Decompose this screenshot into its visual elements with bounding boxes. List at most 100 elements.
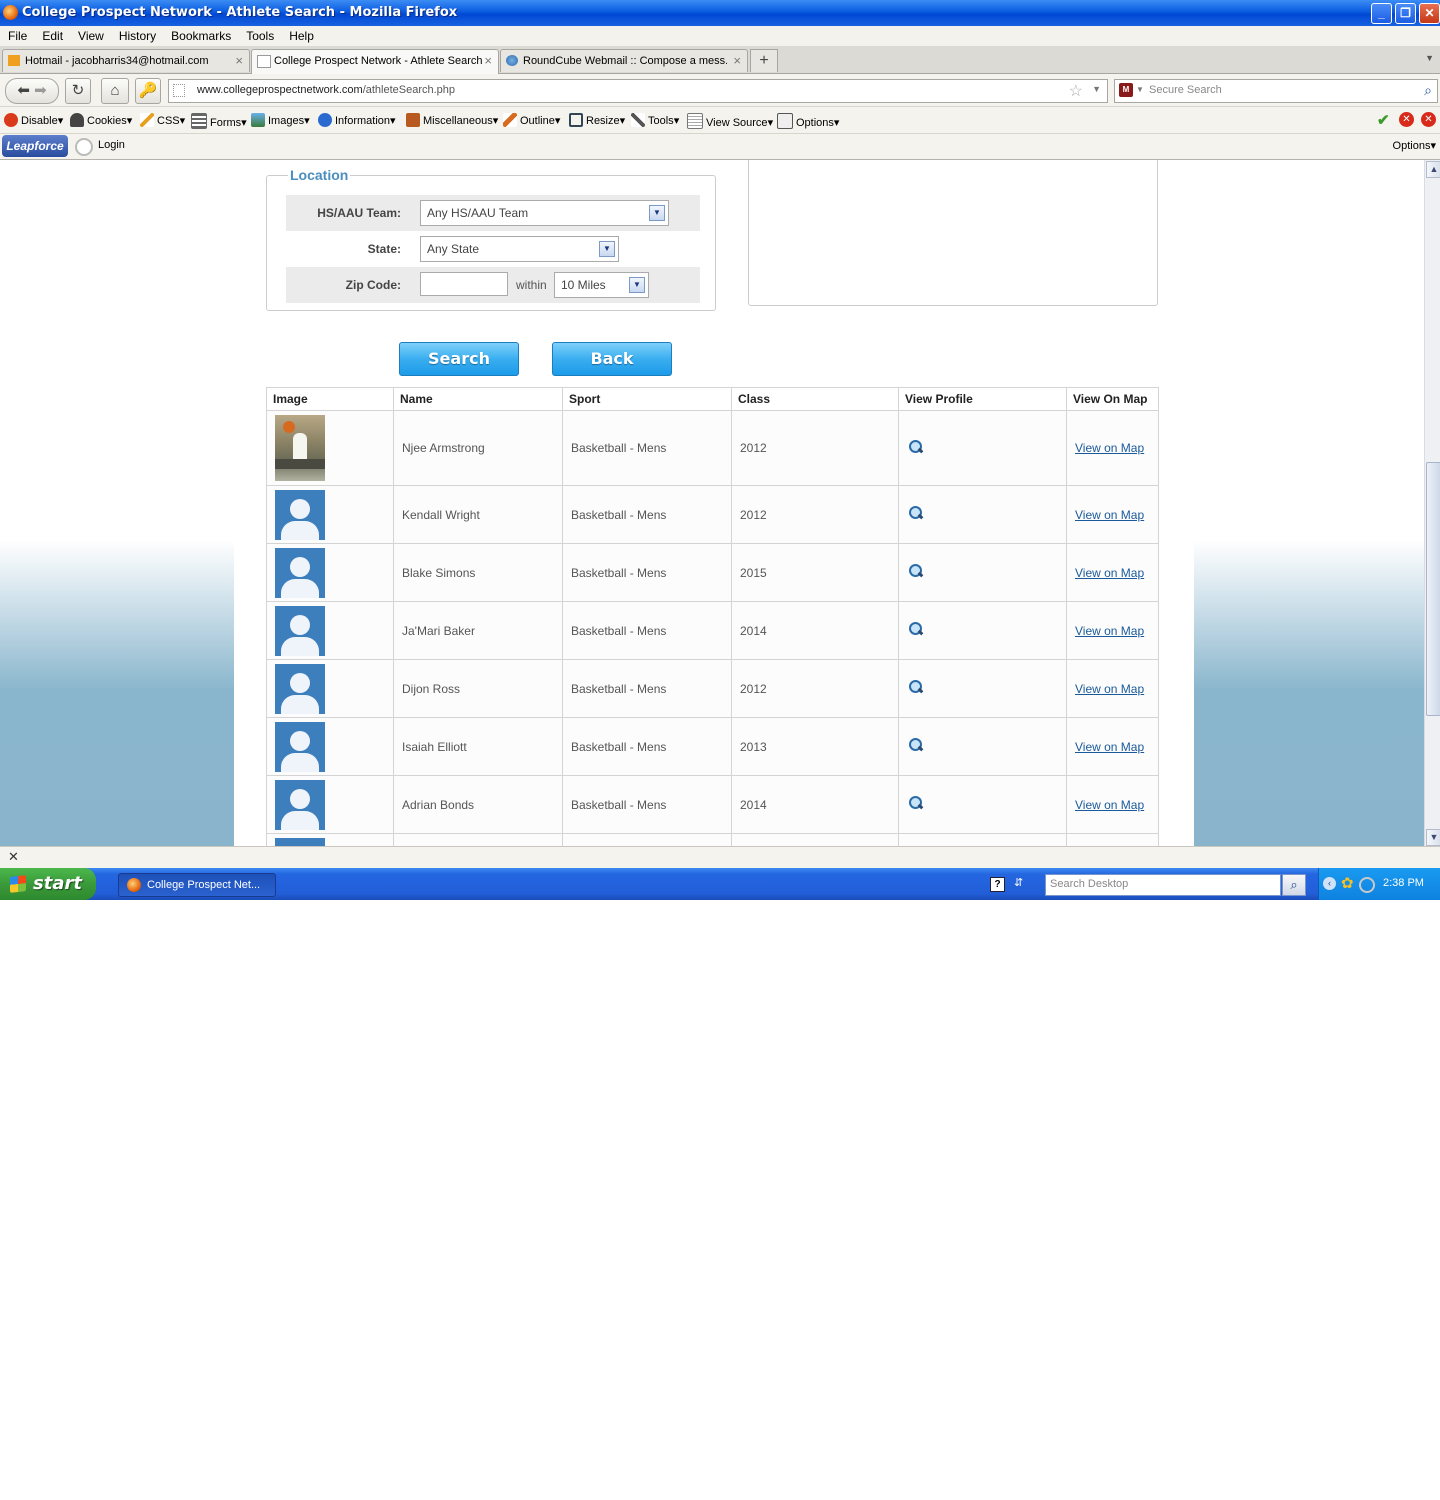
wd-view-source[interactable]: View Source▾ <box>687 113 773 129</box>
tray-sync-icon[interactable] <box>1359 877 1375 893</box>
wd-disable[interactable]: Disable▾ <box>4 113 63 127</box>
menu-view[interactable]: View <box>70 26 111 43</box>
desktop-search-input[interactable]: Search Desktop <box>1045 874 1281 896</box>
view-profile-icon[interactable] <box>907 679 924 695</box>
view-profile-icon[interactable] <box>907 621 924 637</box>
view-profile-icon[interactable] <box>907 505 924 521</box>
view-profile-icon[interactable] <box>907 737 924 753</box>
avatar[interactable] <box>275 605 325 656</box>
network-icon[interactable]: ⇵ <box>1014 876 1023 889</box>
leapforce-login[interactable]: Login <box>98 139 125 151</box>
state-select[interactable]: Any State ▼ <box>420 236 619 262</box>
search-icon[interactable]: ⌕ <box>1282 874 1306 896</box>
view-profile-icon[interactable] <box>907 563 924 579</box>
menu-help[interactable]: Help <box>281 26 321 43</box>
forward-arrow-icon[interactable]: ➡ <box>34 82 47 99</box>
scroll-down-arrow-icon[interactable]: ▼ <box>1426 829 1440 846</box>
taskbar-item-firefox[interactable]: College Prospect Net... <box>118 873 276 897</box>
view-profile-icon[interactable] <box>907 439 924 455</box>
css-error-icon[interactable]: ✕ <box>1399 112 1414 127</box>
menu-bookmarks[interactable]: Bookmarks <box>163 26 238 43</box>
wd-information[interactable]: Information▾ <box>318 113 396 127</box>
leapforce-logo[interactable]: Leapforce <box>2 135 68 157</box>
bookmark-star-icon[interactable]: ☆ <box>1069 81 1083 101</box>
help-icon[interactable]: ? <box>990 877 1005 892</box>
scrollbar-thumb[interactable] <box>1426 462 1440 716</box>
close-find-bar-icon[interactable]: ✕ <box>8 849 19 865</box>
avatar[interactable] <box>275 837 325 846</box>
tab-roundcube[interactable]: RoundCube Webmail :: Compose a mess... × <box>500 49 748 72</box>
close-button[interactable]: ✕ <box>1419 3 1440 24</box>
wd-miscellaneous[interactable]: Miscellaneous▾ <box>406 113 498 127</box>
back-button[interactable]: Back <box>552 342 672 376</box>
search-button[interactable]: Search <box>399 342 519 376</box>
avatar[interactable] <box>275 663 325 714</box>
menu-history[interactable]: History <box>111 26 163 43</box>
leapforce-options[interactable]: Options▾ <box>1393 139 1436 152</box>
wd-outline[interactable]: Outline▾ <box>503 113 560 127</box>
view-on-map-link[interactable]: View on Map <box>1075 508 1144 522</box>
wd-images[interactable]: Images▾ <box>251 113 310 127</box>
avatar[interactable] <box>275 721 325 772</box>
scroll-up-arrow-icon[interactable]: ▲ <box>1426 161 1440 178</box>
chevron-down-icon[interactable]: ▼ <box>649 205 665 221</box>
history-dropdown-icon[interactable]: ▼ <box>1092 84 1101 94</box>
wd-resize[interactable]: Resize▾ <box>569 113 625 127</box>
url-bar[interactable]: www.collegeprospectnetwork.com/athleteSe… <box>168 79 1108 103</box>
image-cell <box>266 410 394 486</box>
view-map-cell: View on Map <box>1066 543 1159 602</box>
zip-code-input[interactable] <box>420 272 508 296</box>
chevron-down-icon[interactable]: ▼ <box>629 277 645 293</box>
window-title: College Prospect Network - Athlete Searc… <box>22 5 458 20</box>
engine-dropdown-icon[interactable]: ▼ <box>1136 85 1144 94</box>
tab-athlete-search[interactable]: College Prospect Network - Athlete Searc… <box>251 49 499 74</box>
tab-close-icon[interactable]: × <box>733 53 741 68</box>
mcafee-icon[interactable]: M <box>1119 83 1133 97</box>
view-map-cell: View on Map <box>1066 775 1159 834</box>
wd-cookies[interactable]: Cookies▾ <box>70 113 132 127</box>
wd-forms[interactable]: Forms▾ <box>191 113 247 129</box>
view-profile-icon[interactable] <box>907 795 924 811</box>
wd-css[interactable]: CSS▾ <box>140 113 185 127</box>
tab-close-icon[interactable]: × <box>484 53 492 68</box>
name-cell: Isaiah Elliott <box>393 717 563 776</box>
minimize-button[interactable]: _ <box>1371 3 1392 24</box>
view-on-map-link[interactable]: View on Map <box>1075 566 1144 580</box>
tab-close-icon[interactable]: × <box>235 53 243 68</box>
tray-app-icon[interactable]: ✿ <box>1341 874 1354 892</box>
view-on-map-link[interactable]: View on Map <box>1075 740 1144 754</box>
menu-file[interactable]: File <box>0 26 34 43</box>
view-on-map-link[interactable]: View on Map <box>1075 624 1144 638</box>
site-identity-icon[interactable] <box>173 84 185 97</box>
tab-hotmail[interactable]: Hotmail - jacobharris34@hotmail.com × <box>2 49 250 72</box>
wd-tools[interactable]: Tools▾ <box>631 113 679 127</box>
reload-icon[interactable]: ↻ <box>65 78 91 104</box>
radius-select[interactable]: 10 Miles ▼ <box>554 272 649 298</box>
wd-options[interactable]: Options▾ <box>777 113 839 129</box>
back-arrow-icon[interactable]: ⬅ <box>17 82 30 99</box>
tray-expand-icon[interactable]: ‹ <box>1323 877 1336 890</box>
home-icon[interactable]: ⌂ <box>101 78 129 104</box>
avatar[interactable] <box>275 779 325 830</box>
search-box[interactable]: M ▼ Secure Search ⌕ <box>1114 79 1438 103</box>
search-icon[interactable]: ⌕ <box>1424 82 1432 99</box>
menu-tools[interactable]: Tools <box>238 26 281 43</box>
vertical-scrollbar[interactable]: ▲ ▼ <box>1424 160 1440 846</box>
view-on-map-link[interactable]: View on Map <box>1075 441 1144 455</box>
team-select[interactable]: Any HS/AAU Team ▼ <box>420 200 669 226</box>
avatar[interactable] <box>275 547 325 598</box>
validation-check-icon[interactable]: ✔ <box>1377 111 1390 129</box>
tab-list-icon[interactable]: ▼ <box>1425 53 1434 63</box>
js-error-icon[interactable]: ✕ <box>1421 112 1436 127</box>
menu-edit[interactable]: Edit <box>34 26 70 43</box>
new-tab-button[interactable]: + <box>750 49 778 72</box>
restore-button[interactable]: ❐ <box>1395 3 1416 24</box>
back-forward-buttons[interactable]: ⬅ ➡ <box>5 78 59 104</box>
avatar[interactable] <box>275 489 325 540</box>
chevron-down-icon[interactable]: ▼ <box>599 241 615 257</box>
view-on-map-link[interactable]: View on Map <box>1075 798 1144 812</box>
view-on-map-link[interactable]: View on Map <box>1075 682 1144 696</box>
athlete-photo[interactable] <box>275 415 325 481</box>
start-button[interactable]: start <box>0 868 96 900</box>
key-icon[interactable]: 🔑 <box>135 78 161 104</box>
